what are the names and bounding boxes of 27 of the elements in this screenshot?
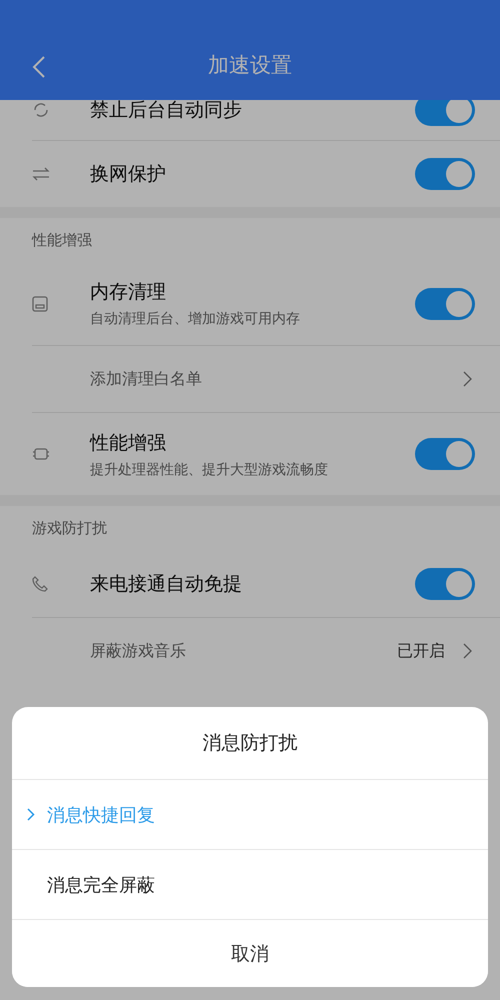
swap-icon <box>32 167 50 181</box>
toggle-switch[interactable] <box>415 438 475 470</box>
phone-icon <box>32 576 48 592</box>
setting-label: 性能增强 <box>90 430 167 456</box>
dialog-title: 消息防打扰 <box>12 707 488 780</box>
toggle-switch[interactable] <box>415 288 475 320</box>
section-header: 性能增强 <box>30 230 93 250</box>
back-icon[interactable] <box>32 55 46 79</box>
section-header: 游戏防打扰 <box>31 518 108 538</box>
memory-icon <box>32 296 48 312</box>
setting-label: 屏蔽游戏音乐 <box>90 640 187 662</box>
setting-label: 添加清理白名单 <box>90 368 203 390</box>
page-title: 加速设置 <box>208 52 292 79</box>
setting-description: 自动清理后台、增加游戏可用内存 <box>90 310 301 328</box>
toggle-switch[interactable] <box>415 158 475 190</box>
chevron-icon <box>27 808 35 821</box>
toggle-switch[interactable] <box>415 100 475 126</box>
setting-description: 提升处理器性能、提升大型游戏流畅度 <box>90 460 329 478</box>
sync-icon <box>32 101 50 119</box>
setting-label: 来电接通自动免提 <box>90 572 243 596</box>
setting-value: 已开启 <box>397 640 445 662</box>
chevron-icon[interactable] <box>463 371 472 387</box>
setting-label: 内存清理 <box>90 280 167 305</box>
toggle-switch[interactable] <box>415 568 475 600</box>
setting-label: 禁止后台自动同步 <box>90 100 243 123</box>
chevron-icon[interactable] <box>463 643 472 659</box>
setting-label: 换网保护 <box>90 162 167 187</box>
